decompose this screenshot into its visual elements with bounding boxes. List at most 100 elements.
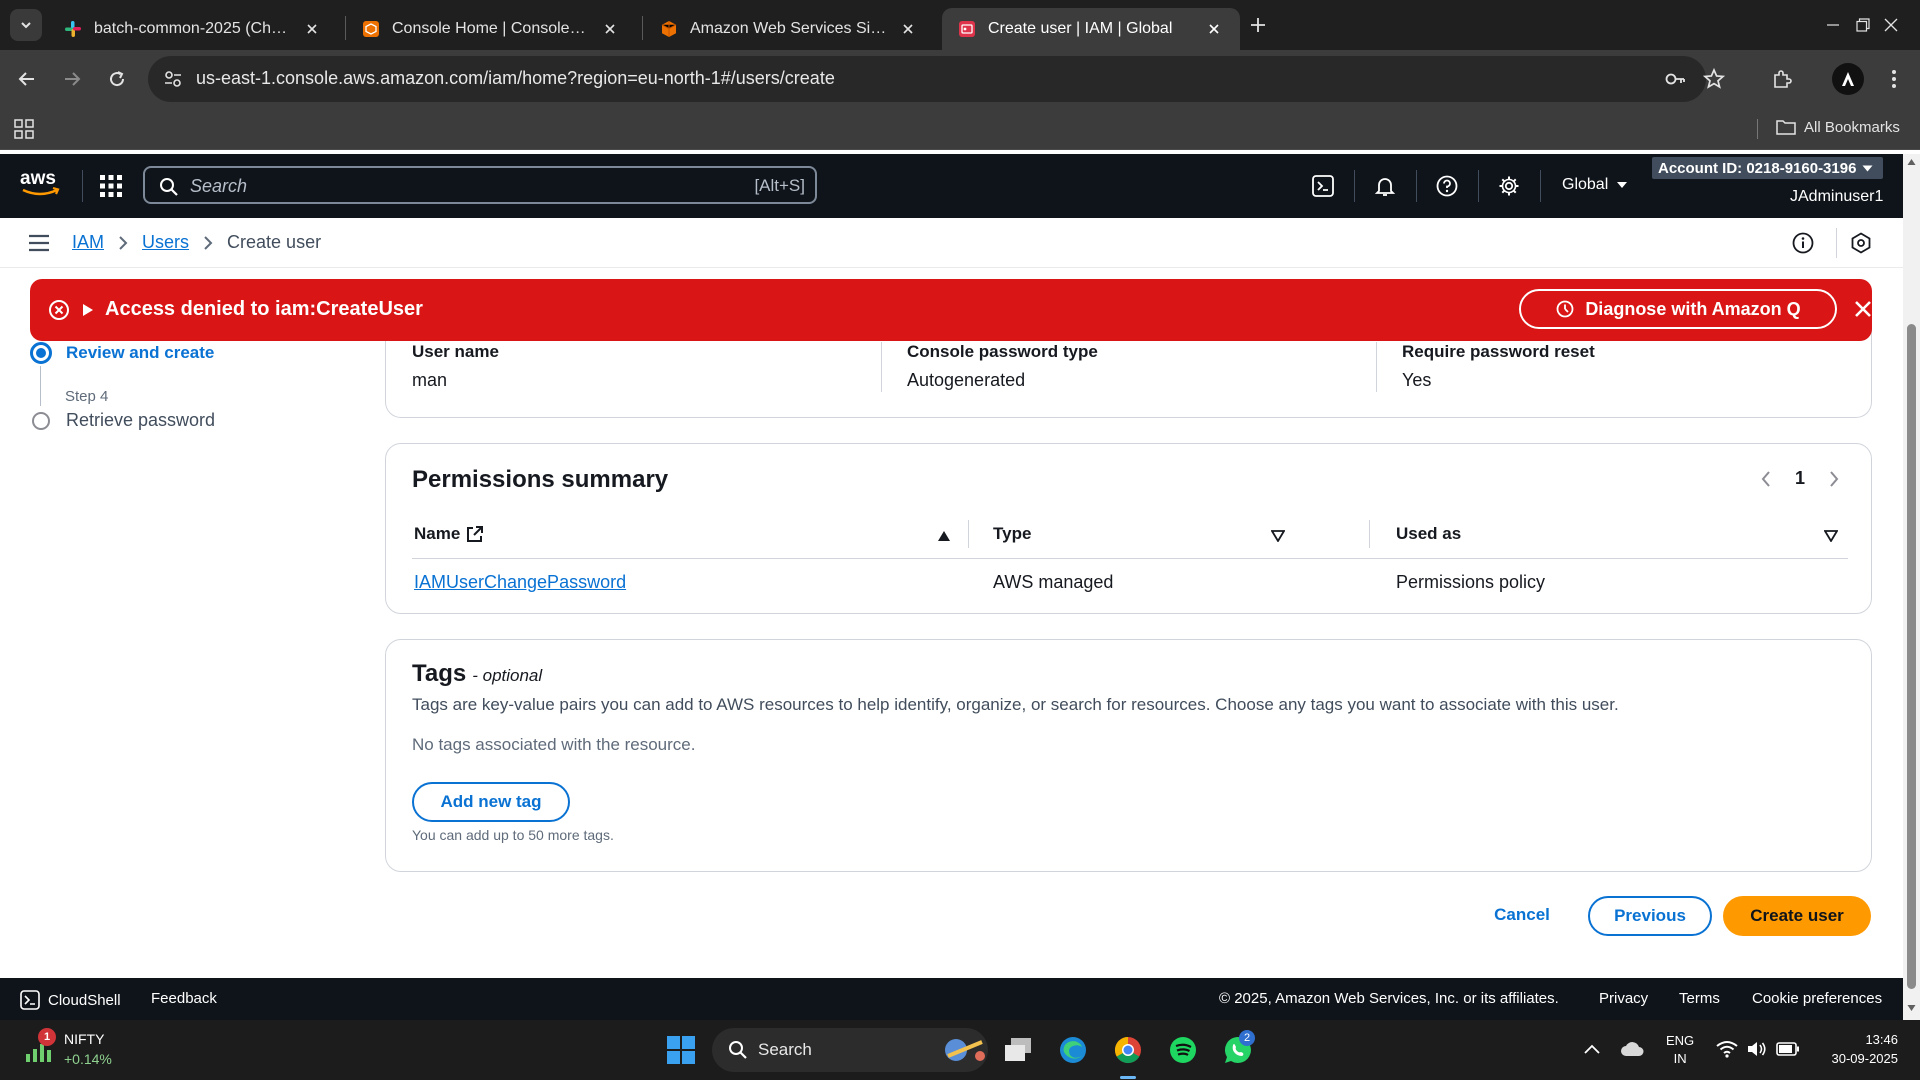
bookmarks-separator <box>1757 119 1758 139</box>
help-button[interactable] <box>1432 171 1462 201</box>
feedback-link[interactable]: Feedback <box>151 990 217 1007</box>
column-header-label: Name <box>414 524 461 543</box>
step-review-and-create[interactable]: Review and create <box>30 342 214 364</box>
diagnose-with-amazon-q-button[interactable]: Diagnose with Amazon Q <box>1519 289 1837 329</box>
chevron-left-icon[interactable] <box>1761 470 1771 487</box>
tab-console-home[interactable]: Console Home | Console Home <box>346 8 636 50</box>
policy-link[interactable]: IAMUserChangePassword <box>414 572 626 592</box>
close-tab-icon[interactable] <box>898 19 918 39</box>
tab-create-user[interactable]: Create user | IAM | Global <box>942 8 1240 50</box>
console-search-input[interactable]: Search [Alt+S] <box>143 166 817 204</box>
search-icon <box>729 1041 747 1059</box>
password-type-value: Autogenerated <box>907 370 1026 390</box>
scroll-down-icon[interactable] <box>1907 1004 1916 1012</box>
tab-aws-signin[interactable]: Amazon Web Services Sign-In <box>644 8 934 50</box>
sort-descending-icon[interactable] <box>1271 530 1285 542</box>
cancel-button[interactable]: Cancel <box>1480 895 1564 935</box>
sort-ascending-icon[interactable] <box>937 530 951 542</box>
browser-menu-button[interactable] <box>1878 63 1910 95</box>
cloudshell-footer-button[interactable]: CloudShell <box>20 990 121 1010</box>
taskbar-search[interactable]: Search <box>712 1028 988 1072</box>
header-divider <box>1540 170 1541 202</box>
previous-button[interactable]: Previous <box>1588 896 1712 936</box>
column-header-used-as[interactable]: Used as <box>1396 524 1461 544</box>
menu-icon[interactable] <box>28 234 50 252</box>
show-hidden-icons-chevron-icon[interactable] <box>1584 1044 1600 1054</box>
info-icon[interactable] <box>1792 232 1814 254</box>
create-user-button[interactable]: Create user <box>1723 896 1871 936</box>
close-tab-icon[interactable] <box>1204 19 1224 39</box>
profile-avatar[interactable] <box>1832 63 1864 95</box>
account-id-menu[interactable]: Account ID: 0218-9160-3196 <box>1652 157 1884 179</box>
cloudshell-button[interactable] <box>1308 171 1338 201</box>
windows-start-button[interactable] <box>665 1034 697 1066</box>
whatsapp-badge: 2 <box>1239 1030 1255 1046</box>
bell-icon <box>1374 178 1396 196</box>
battery-icon[interactable] <box>1776 1041 1800 1057</box>
tab-slack[interactable]: batch-common-2025 (Channel) <box>48 8 338 50</box>
breadcrumb-users-link[interactable]: Users <box>142 232 189 253</box>
apps-grid-icon[interactable] <box>14 119 34 139</box>
all-bookmarks-button[interactable]: All Bookmarks <box>1776 118 1900 136</box>
services-grid-icon[interactable] <box>99 174 123 198</box>
extensions-button[interactable] <box>1766 63 1798 95</box>
diagnose-label: Diagnose with Amazon Q <box>1585 298 1801 319</box>
back-button[interactable] <box>10 62 44 96</box>
user-name-value: man <box>412 370 448 390</box>
column-header-type[interactable]: Type <box>993 524 1031 544</box>
column-header-name[interactable]: Name <box>414 524 484 544</box>
gear-icon <box>1499 176 1519 196</box>
region-selector[interactable]: Global <box>1562 176 1628 194</box>
clock-time: 13:46 <box>1865 1032 1898 1047</box>
task-view-button[interactable] <box>1002 1034 1034 1066</box>
step-active-dot <box>30 342 52 364</box>
aws-logo-icon[interactable]: aws <box>20 168 62 200</box>
add-new-tag-button[interactable]: Add new tag <box>412 782 570 822</box>
system-clock[interactable]: 13:46 30-09-2025 <box>1818 1030 1899 1068</box>
volume-icon[interactable] <box>1746 1040 1768 1058</box>
address-bar[interactable]: us-east-1.console.aws.amazon.com/iam/hom… <box>148 56 1726 102</box>
pagination: 1 <box>1761 468 1839 489</box>
chevron-right-icon <box>204 235 213 250</box>
chrome-taskbar-button[interactable] <box>1112 1034 1144 1066</box>
input-language-indicator[interactable]: ENG IN <box>1666 1032 1694 1068</box>
chevron-right-icon[interactable] <box>1829 470 1839 487</box>
tab-search-button[interactable] <box>10 9 42 41</box>
page-number[interactable]: 1 <box>1795 468 1805 489</box>
terms-link[interactable]: Terms <box>1679 990 1720 1007</box>
tags-description: Tags are key-value pairs you can add to … <box>412 695 1619 714</box>
breadcrumb-divider <box>1836 228 1837 258</box>
breadcrumb-iam-link[interactable]: IAM <box>72 232 104 253</box>
edge-taskbar-button[interactable] <box>1057 1034 1089 1066</box>
page-scrollbar[interactable] <box>1903 154 1920 1020</box>
reload-button[interactable] <box>100 62 134 96</box>
scroll-up-icon[interactable] <box>1907 158 1916 166</box>
onedrive-cloud-icon[interactable] <box>1620 1040 1644 1058</box>
iam-icon <box>959 21 975 37</box>
settings-button[interactable] <box>1494 171 1524 201</box>
scrollbar-thumb[interactable] <box>1907 324 1916 989</box>
dismiss-icon[interactable] <box>1853 299 1873 319</box>
forward-button[interactable] <box>55 62 89 96</box>
spotify-taskbar-button[interactable] <box>1167 1034 1199 1066</box>
password-key-icon[interactable] <box>1663 67 1687 91</box>
account-user-name[interactable]: JAdminuser1 <box>1790 188 1883 206</box>
new-tab-button[interactable] <box>1245 12 1271 38</box>
region-label: Global <box>1562 176 1609 193</box>
bookmark-star-icon[interactable] <box>1702 67 1726 91</box>
windows-taskbar: 1 NIFTY +0.14% Search 2 ENG IN 13:46 30-… <box>0 1020 1920 1080</box>
security-shield-icon[interactable] <box>1850 232 1872 254</box>
step-retrieve-password[interactable]: Retrieve password <box>30 410 215 431</box>
sort-descending-icon[interactable] <box>1824 530 1838 542</box>
close-window-button[interactable] <box>1862 0 1920 50</box>
cookie-preferences-link[interactable]: Cookie preferences <box>1752 990 1882 1007</box>
notifications-button[interactable] <box>1370 171 1400 201</box>
wifi-icon[interactable] <box>1716 1040 1738 1058</box>
expand-caret-icon[interactable] <box>82 303 94 317</box>
caret-down-icon <box>1617 182 1628 188</box>
step-active-label: Review and create <box>66 343 215 362</box>
close-tab-icon[interactable] <box>302 19 322 39</box>
close-tab-icon[interactable] <box>600 19 620 39</box>
privacy-link[interactable]: Privacy <box>1599 990 1648 1007</box>
console-footer: CloudShell Feedback © 2025, Amazon Web S… <box>0 978 1903 1020</box>
